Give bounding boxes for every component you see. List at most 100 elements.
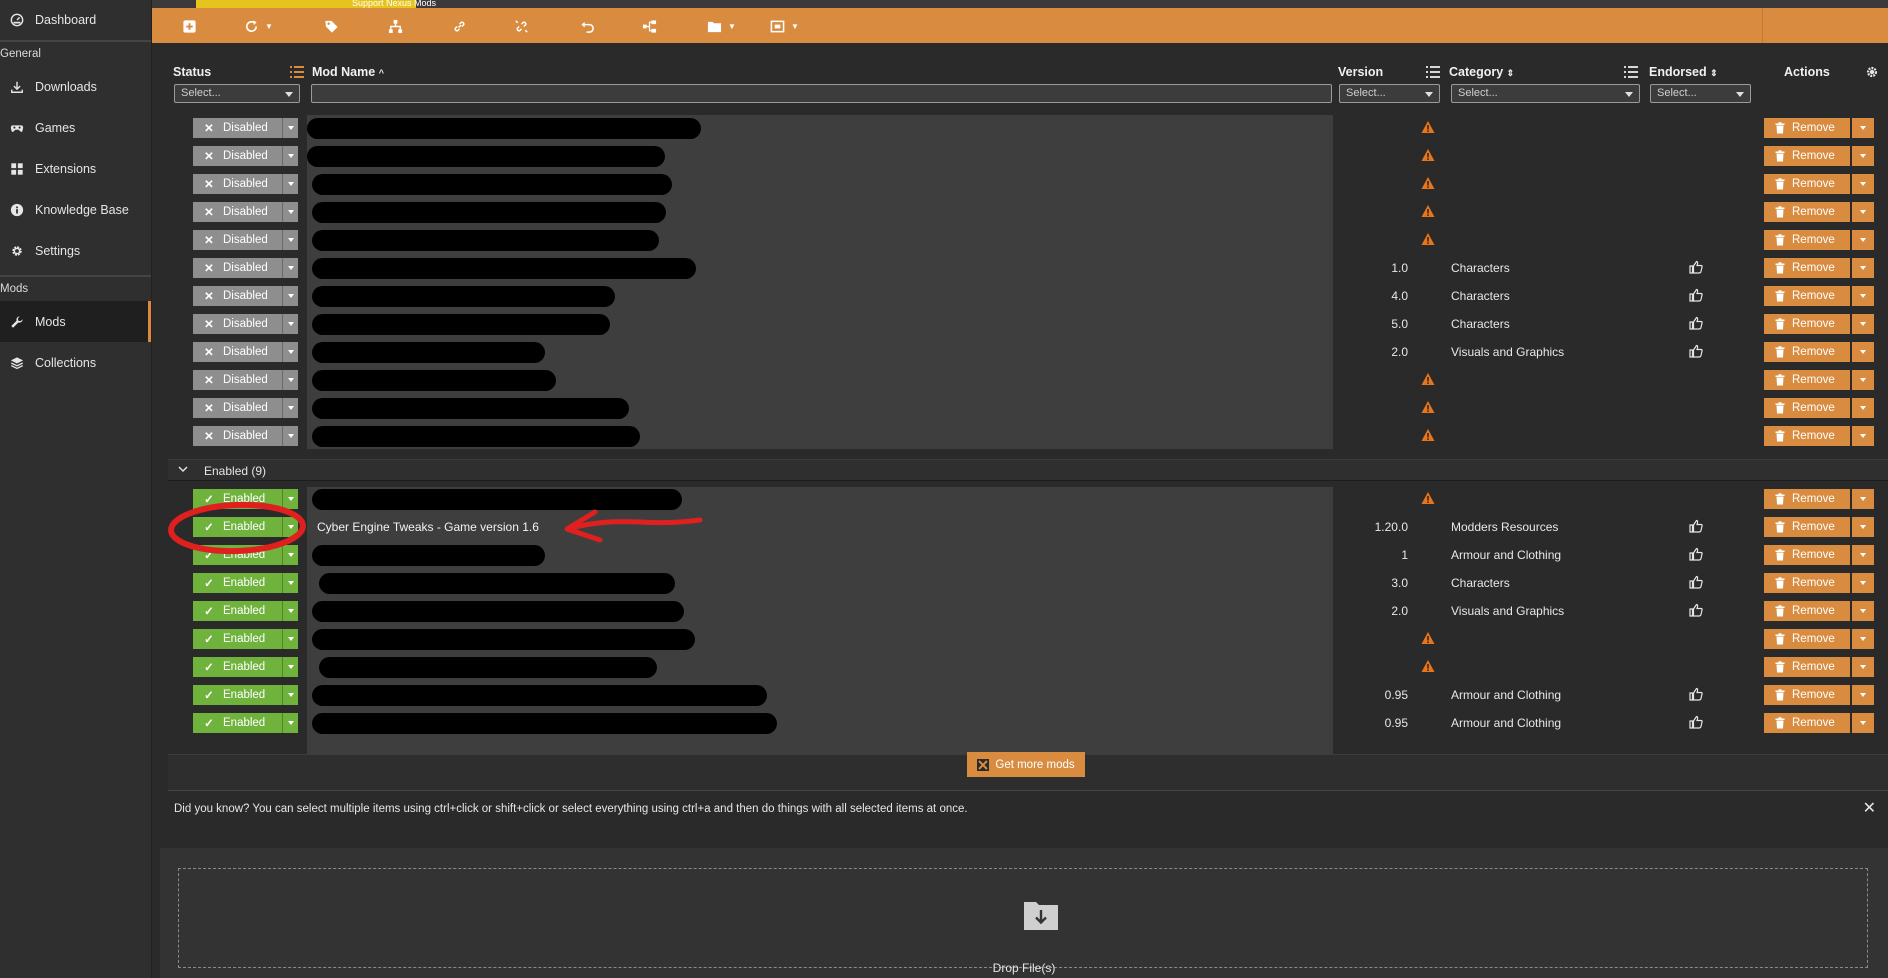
- status-dropdown-button[interactable]: [282, 573, 298, 593]
- warning-icon[interactable]: [1421, 400, 1435, 414]
- remove-button[interactable]: Remove: [1764, 174, 1850, 194]
- table-row[interactable]: ✕ Disabled 4.0 Characters Remove: [168, 282, 1888, 310]
- table-row[interactable]: ✓ Enabled Remove: [168, 485, 1888, 513]
- drop-zone[interactable]: Drop File(s): [178, 868, 1868, 975]
- table-row[interactable]: ✕ Disabled Remove: [168, 366, 1888, 394]
- table-row[interactable]: ✓ Enabled 2.0 Visuals and Graphics Remove: [168, 597, 1888, 625]
- status-dropdown-button[interactable]: [282, 657, 298, 677]
- status-dropdown-button[interactable]: [282, 230, 298, 250]
- table-row[interactable]: ✓ Enabled 1 Armour and Clothing Remove: [168, 541, 1888, 569]
- table-row[interactable]: ✕ Disabled 1.0 Characters Remove: [168, 254, 1888, 282]
- table-row[interactable]: ✕ Disabled Remove: [168, 226, 1888, 254]
- remove-button[interactable]: Remove: [1764, 713, 1850, 733]
- remove-button[interactable]: Remove: [1764, 545, 1850, 565]
- column-header-status[interactable]: Status: [173, 65, 211, 79]
- column-header-mod-name[interactable]: Mod Name ^: [312, 65, 384, 79]
- status-filter-select[interactable]: Select...: [174, 84, 300, 103]
- sidebar-item-mods[interactable]: Mods: [0, 301, 151, 342]
- remove-dropdown-button[interactable]: [1852, 713, 1874, 733]
- remove-dropdown-button[interactable]: [1852, 601, 1874, 621]
- status-toggle-button[interactable]: ✓ Enabled: [193, 489, 282, 509]
- status-toggle-button[interactable]: ✕ Disabled: [193, 342, 282, 362]
- status-dropdown-button[interactable]: [282, 118, 298, 138]
- remove-button[interactable]: Remove: [1764, 517, 1850, 537]
- refresh-button[interactable]: ▼: [244, 16, 273, 36]
- status-toggle-button[interactable]: ✕ Disabled: [193, 258, 282, 278]
- remove-button[interactable]: Remove: [1764, 573, 1850, 593]
- warning-icon[interactable]: [1421, 120, 1435, 134]
- status-toggle-button[interactable]: ✓ Enabled: [193, 517, 282, 537]
- status-dropdown-button[interactable]: [282, 517, 298, 537]
- remove-dropdown-button[interactable]: [1852, 398, 1874, 418]
- sidebar-item-settings[interactable]: Settings: [0, 230, 151, 271]
- status-dropdown-button[interactable]: [282, 286, 298, 306]
- remove-dropdown-button[interactable]: [1852, 489, 1874, 509]
- thumbs-up-icon[interactable]: [1689, 687, 1703, 701]
- status-toggle-button[interactable]: ✕ Disabled: [193, 398, 282, 418]
- status-dropdown-button[interactable]: [282, 146, 298, 166]
- add-mod-button[interactable]: [182, 16, 197, 36]
- remove-dropdown-button[interactable]: [1852, 657, 1874, 677]
- thumbs-up-icon[interactable]: [1689, 260, 1703, 274]
- thumbs-up-icon[interactable]: [1689, 288, 1703, 302]
- remove-dropdown-button[interactable]: [1852, 286, 1874, 306]
- warning-icon[interactable]: [1421, 204, 1435, 218]
- remove-dropdown-button[interactable]: [1852, 118, 1874, 138]
- status-toggle-button[interactable]: ✓ Enabled: [193, 685, 282, 705]
- status-toggle-button[interactable]: ✕ Disabled: [193, 314, 282, 334]
- status-toggle-button[interactable]: ✓ Enabled: [193, 629, 282, 649]
- remove-dropdown-button[interactable]: [1852, 342, 1874, 362]
- status-toggle-button[interactable]: ✓ Enabled: [193, 713, 282, 733]
- table-row[interactable]: ✕ Disabled Remove: [168, 114, 1888, 142]
- remove-dropdown-button[interactable]: [1852, 517, 1874, 537]
- sidebar-item-dashboard[interactable]: Dashboard: [0, 0, 151, 40]
- remove-dropdown-button[interactable]: [1852, 230, 1874, 250]
- status-toggle-button[interactable]: ✓ Enabled: [193, 545, 282, 565]
- remove-button[interactable]: Remove: [1764, 314, 1850, 334]
- remove-button[interactable]: Remove: [1764, 426, 1850, 446]
- warning-icon[interactable]: [1421, 428, 1435, 442]
- column-list-icon[interactable]: [290, 65, 304, 79]
- close-icon[interactable]: ✕: [1863, 798, 1876, 818]
- status-toggle-button[interactable]: ✕ Disabled: [193, 118, 282, 138]
- category-filter-select[interactable]: Select...: [1451, 84, 1640, 103]
- remove-button[interactable]: Remove: [1764, 370, 1850, 390]
- manage-rules-button[interactable]: [642, 16, 657, 36]
- tag-button[interactable]: [324, 16, 339, 36]
- link-button[interactable]: [452, 16, 467, 36]
- sidebar-item-collections[interactable]: Collections: [0, 342, 151, 383]
- status-dropdown-button[interactable]: [282, 202, 298, 222]
- warning-icon[interactable]: [1421, 232, 1435, 246]
- column-list-icon[interactable]: [1624, 65, 1638, 79]
- remove-button[interactable]: Remove: [1764, 489, 1850, 509]
- dependencies-button[interactable]: [388, 16, 403, 36]
- thumbs-up-icon[interactable]: [1689, 519, 1703, 533]
- table-row[interactable]: ✕ Disabled Remove: [168, 170, 1888, 198]
- status-dropdown-button[interactable]: [282, 601, 298, 621]
- remove-button[interactable]: Remove: [1764, 398, 1850, 418]
- status-dropdown-button[interactable]: [282, 314, 298, 334]
- warning-icon[interactable]: [1421, 148, 1435, 162]
- table-row[interactable]: ✓ Enabled Cyber Engine Tweaks - Game versi…: [168, 513, 1888, 541]
- endorsed-filter-select[interactable]: Select...: [1650, 84, 1751, 103]
- status-toggle-button[interactable]: ✕ Disabled: [193, 286, 282, 306]
- status-toggle-button[interactable]: ✓ Enabled: [193, 657, 282, 677]
- status-dropdown-button[interactable]: [282, 174, 298, 194]
- column-header-endorsed[interactable]: Endorsed ⇕: [1649, 65, 1718, 79]
- remove-button[interactable]: Remove: [1764, 146, 1850, 166]
- status-toggle-button[interactable]: ✓ Enabled: [193, 573, 282, 593]
- remove-dropdown-button[interactable]: [1852, 258, 1874, 278]
- chevron-down-icon[interactable]: ▼: [728, 22, 736, 31]
- table-row[interactable]: ✕ Disabled Remove: [168, 422, 1888, 450]
- remove-dropdown-button[interactable]: [1852, 545, 1874, 565]
- sidebar-item-games[interactable]: Games: [0, 107, 151, 148]
- sidebar-item-downloads[interactable]: Downloads: [0, 66, 151, 107]
- enabled-group-header[interactable]: Enabled (9): [168, 459, 1888, 481]
- remove-button[interactable]: Remove: [1764, 286, 1850, 306]
- status-toggle-button[interactable]: ✕ Disabled: [193, 370, 282, 390]
- thumbs-up-icon[interactable]: [1689, 344, 1703, 358]
- column-header-category[interactable]: Category ⇕: [1449, 65, 1514, 79]
- status-dropdown-button[interactable]: [282, 370, 298, 390]
- table-row[interactable]: ✕ Disabled 5.0 Characters Remove: [168, 310, 1888, 338]
- mod-name-filter-input[interactable]: [311, 84, 1332, 103]
